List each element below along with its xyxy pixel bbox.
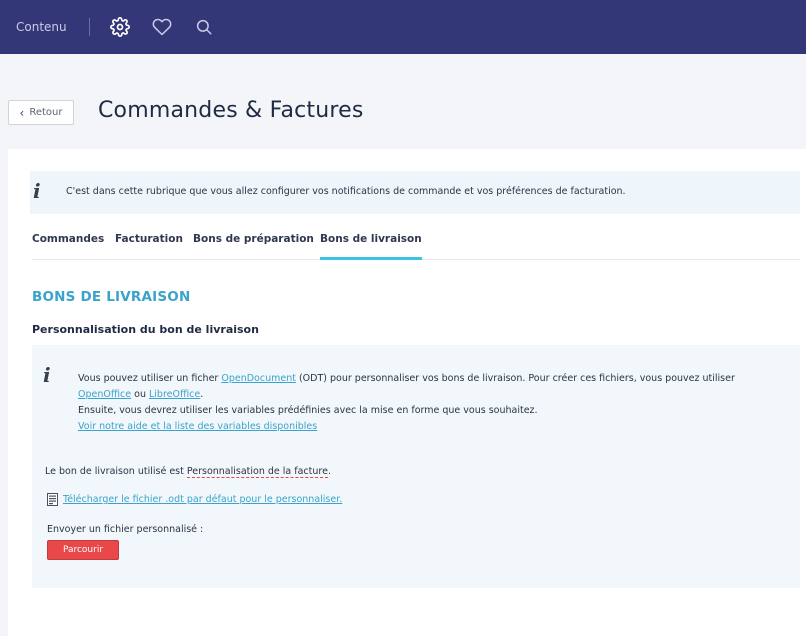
upload-label: Envoyer un fichier personnalisé : bbox=[47, 524, 204, 535]
document-icon bbox=[47, 493, 58, 506]
help-text-part: ou bbox=[131, 389, 149, 400]
libreoffice-link[interactable]: LibreOffice bbox=[149, 389, 200, 400]
current-template-value: Personnalisation de la facture bbox=[186, 466, 328, 478]
variables-help-link[interactable]: Voir notre aide et la liste des variable… bbox=[78, 421, 317, 432]
tab-bons-de-preparation[interactable]: Bons de préparation bbox=[193, 233, 314, 260]
current-template-suffix: . bbox=[327, 466, 331, 477]
back-button-label: Retour bbox=[29, 107, 63, 118]
browse-button[interactable]: Parcourir bbox=[47, 540, 119, 560]
help-text-line2: Ensuite, vous devrez utiliser les variab… bbox=[78, 405, 538, 416]
download-odt-link[interactable]: Télécharger le fichier .odt par défaut p… bbox=[63, 494, 342, 505]
chevron-left-icon: ‹ bbox=[19, 105, 25, 120]
current-template-text: Le bon de livraison utilisé est Personna… bbox=[45, 466, 331, 478]
info-banner-text: C'est dans cette rubrique que vous allez… bbox=[66, 186, 626, 197]
opendocument-link[interactable]: OpenDocument bbox=[221, 373, 296, 384]
customization-box: i Vous pouvez utiliser un ficher OpenDoc… bbox=[32, 345, 800, 588]
search-icon[interactable] bbox=[192, 15, 216, 39]
tab-facturation[interactable]: Facturation bbox=[115, 233, 183, 260]
help-text-part: Vous pouvez utiliser un ficher bbox=[78, 373, 222, 384]
back-button[interactable]: ‹ Retour bbox=[8, 100, 74, 125]
section-title: BONS DE LIVRAISON bbox=[32, 289, 191, 305]
tab-bar: Commandes Facturation Bons de préparatio… bbox=[32, 233, 800, 260]
help-text: Vous pouvez utiliser un ficher OpenDocum… bbox=[78, 371, 778, 435]
current-template-prefix: Le bon de livraison utilisé est bbox=[45, 466, 187, 477]
heart-icon[interactable] bbox=[150, 15, 174, 39]
tab-bons-de-livraison[interactable]: Bons de livraison bbox=[320, 233, 422, 260]
subsection-title: Personnalisation du bon de livraison bbox=[32, 323, 259, 336]
download-default-row: Télécharger le fichier .odt par défaut p… bbox=[47, 493, 342, 506]
nav-content-link[interactable]: Contenu bbox=[16, 20, 67, 34]
help-text-part: . bbox=[200, 389, 204, 400]
info-icon: i bbox=[33, 179, 41, 203]
content-panel: i C'est dans cette rubrique que vous all… bbox=[8, 149, 806, 636]
page-title: Commandes & Factures bbox=[98, 98, 364, 123]
tab-commandes[interactable]: Commandes bbox=[32, 233, 104, 260]
info-banner: i C'est dans cette rubrique que vous all… bbox=[30, 171, 800, 214]
info-icon: i bbox=[43, 363, 51, 387]
top-navigation-bar: Contenu bbox=[0, 0, 806, 54]
nav-divider bbox=[88, 18, 90, 36]
openoffice-link[interactable]: OpenOffice bbox=[78, 389, 131, 400]
help-text-part: (ODT) pour personnaliser vos bons de liv… bbox=[295, 373, 735, 384]
gear-icon[interactable] bbox=[108, 15, 132, 39]
